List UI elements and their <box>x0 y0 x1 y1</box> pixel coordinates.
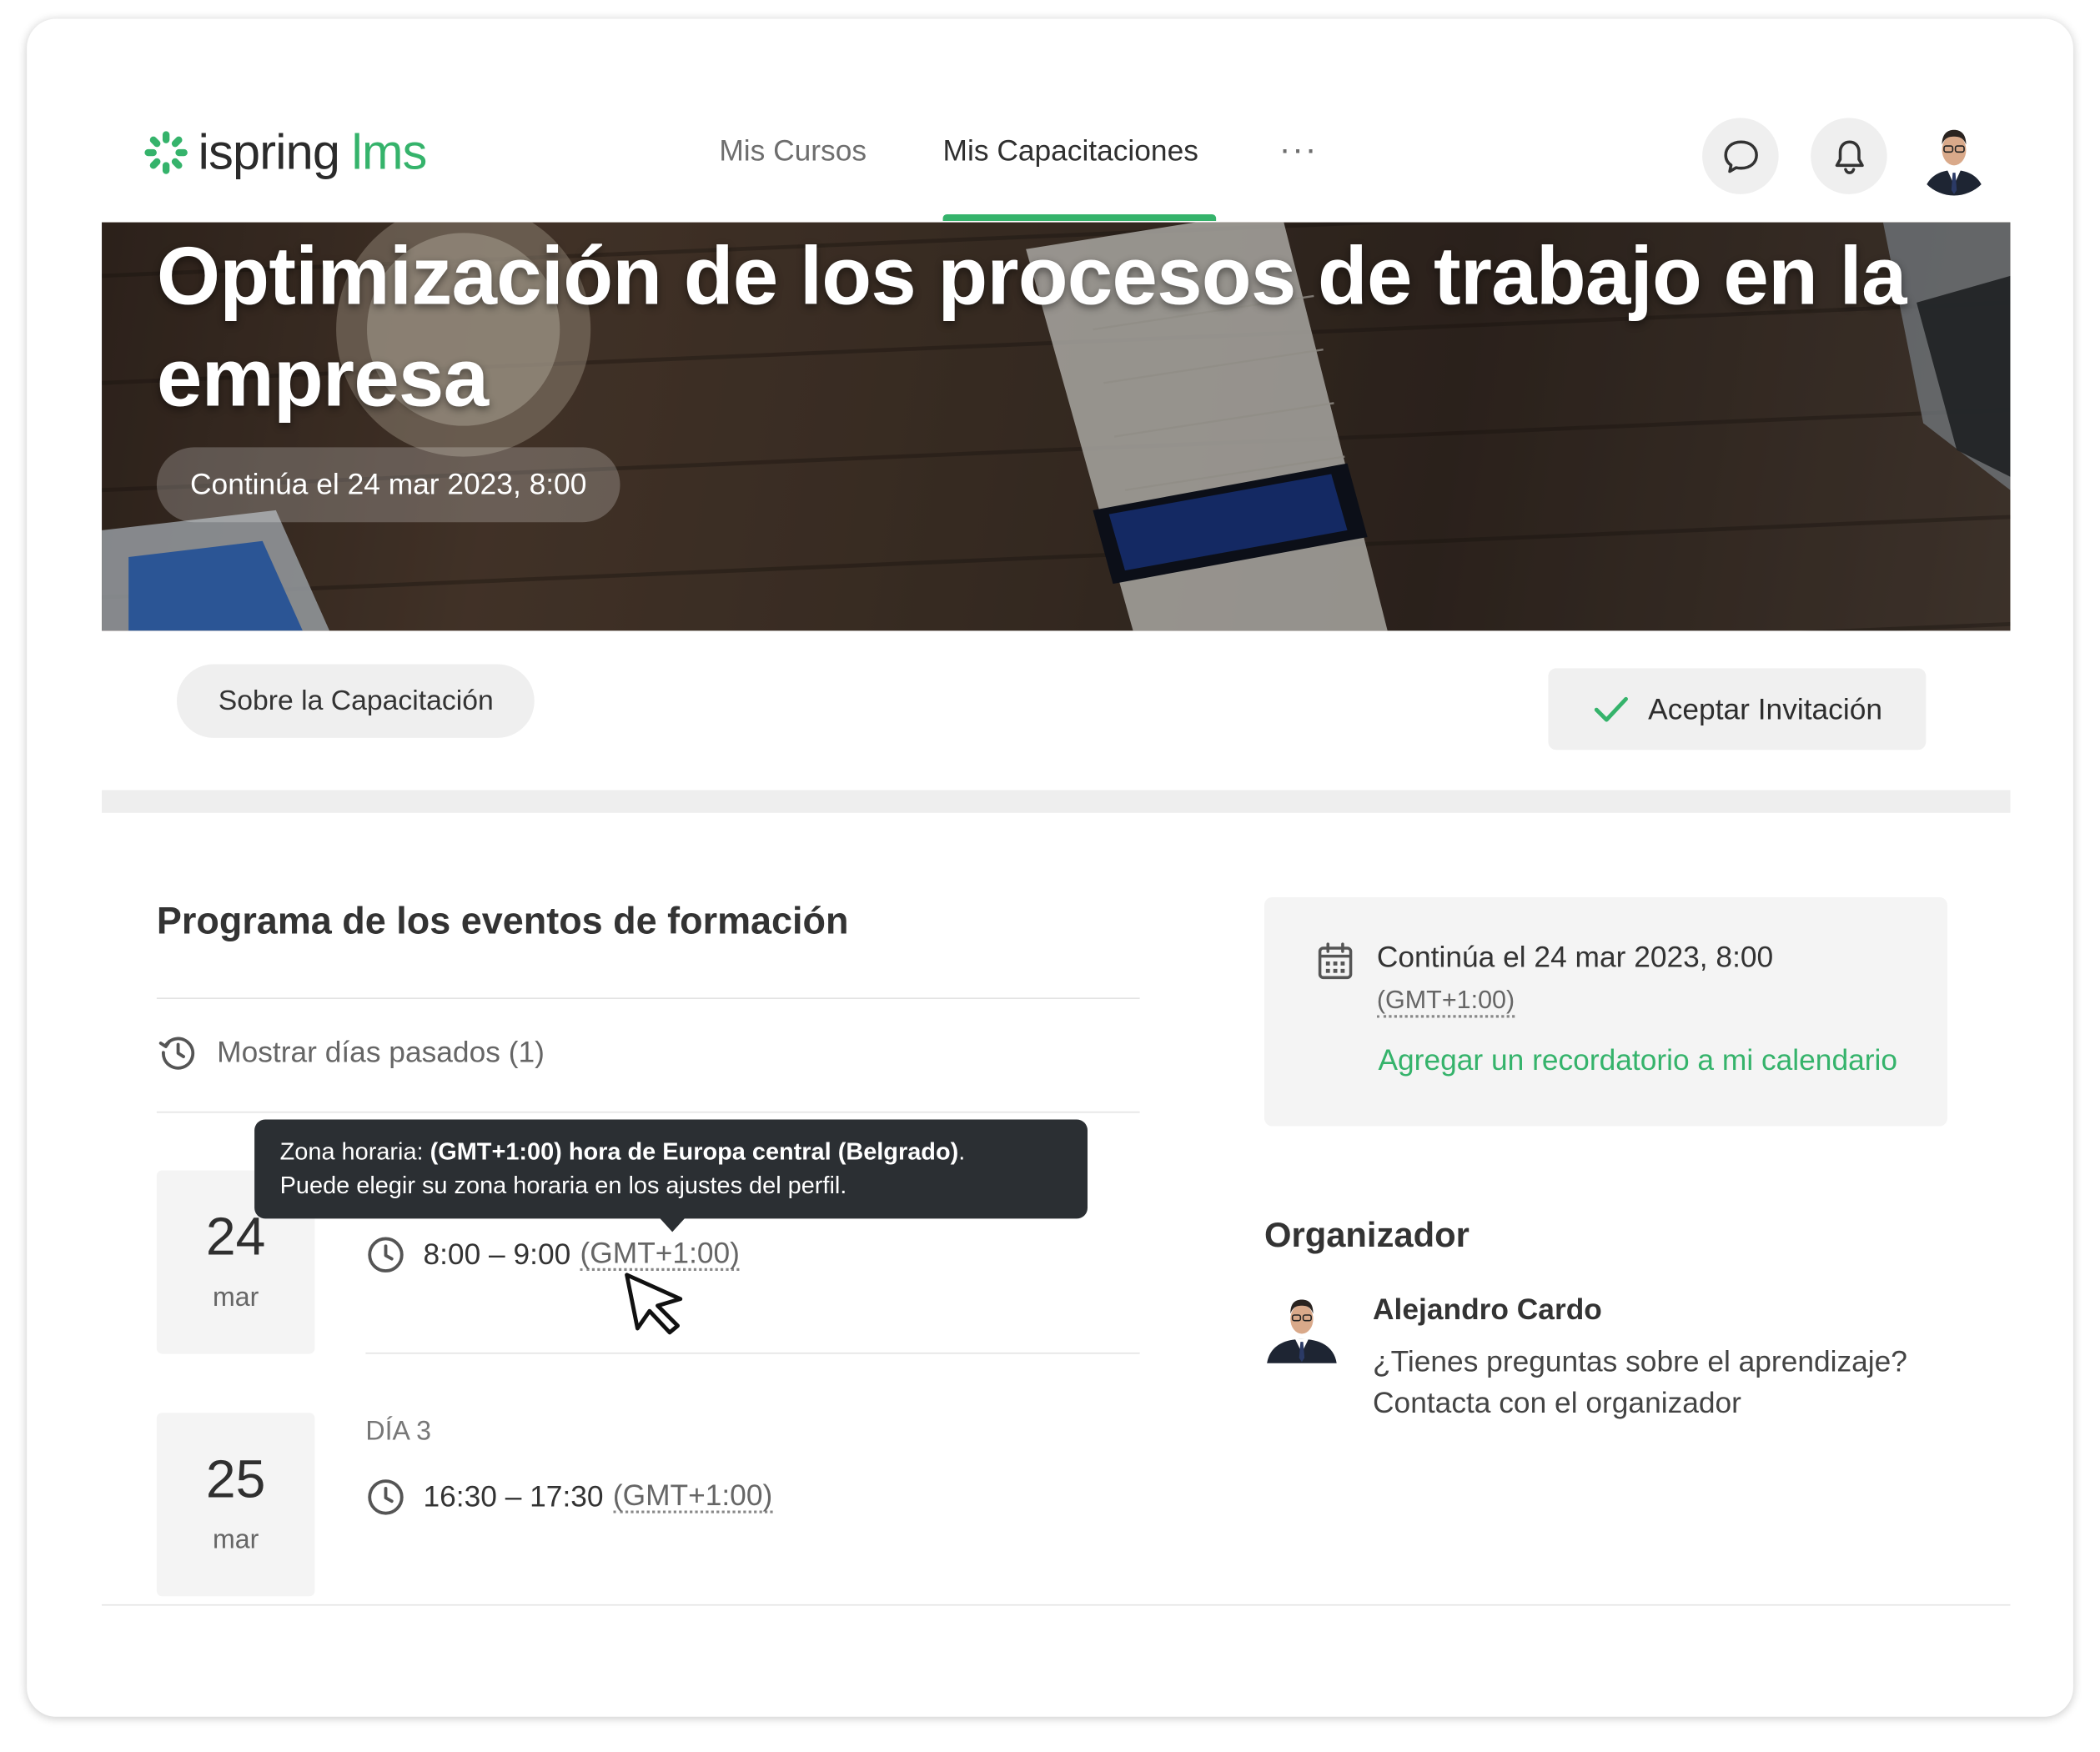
organizer-contact: ¿Tienes preguntas sobre el aprendizaje? … <box>1373 1341 1907 1424</box>
nav-tab-mis-capacitaciones[interactable]: Mis Capacitaciones <box>943 134 1198 169</box>
info-timezone[interactable]: (GMT+1:00) <box>1376 987 1515 1018</box>
event-month: mar <box>212 1283 259 1313</box>
divider <box>365 1352 1140 1354</box>
ispring-logo-icon <box>144 131 188 174</box>
show-past-days-button[interactable]: Mostrar días pasados (1) <box>157 1032 545 1074</box>
chat-button[interactable] <box>1702 118 1779 194</box>
organizer-question: ¿Tienes preguntas sobre el aprendizaje? <box>1373 1344 1907 1378</box>
organizer-avatar <box>1264 1288 1339 1367</box>
checkmark-icon <box>1594 696 1628 721</box>
info-continues-text: Continúa el 24 mar 2023, 8:00 <box>1376 940 1774 974</box>
organizer-title: Organizador <box>1264 1214 1469 1255</box>
section-divider <box>102 790 2011 813</box>
mouse-cursor-icon <box>625 1273 683 1335</box>
divider <box>156 1111 1140 1113</box>
hero-banner: Optimización de los procesos de trabajo … <box>102 222 2011 631</box>
organizer-name: Alejandro Cardo <box>1373 1292 1602 1326</box>
show-past-days-label: Mostrar días pasados (1) <box>217 1035 545 1069</box>
clock-icon <box>368 1479 404 1515</box>
tooltip-arrow <box>659 1217 686 1232</box>
timezone-tooltip: Zona horaria: (GMT+1:00) hora de Europa … <box>254 1119 1088 1219</box>
continues-badge: Continúa el 24 mar 2023, 8:00 <box>156 447 620 523</box>
contact-organizer-link[interactable]: Contacta con el organizador <box>1373 1382 1907 1423</box>
accept-invitation-button[interactable]: Aceptar Invitación <box>1548 668 1927 750</box>
active-tab-indicator <box>942 213 1217 221</box>
event-timezone[interactable]: (GMT+1:00) <box>580 1238 740 1271</box>
logo-wordmark: ispring lms <box>198 124 428 180</box>
event-timezone[interactable]: (GMT+1:00) <box>612 1480 773 1514</box>
schedule-title: Programa de los eventos de formación <box>156 900 849 941</box>
divider <box>156 997 1140 1000</box>
event-day-label: DÍA 3 <box>365 1417 431 1447</box>
event-time: 16:30 – 17:30 <box>423 1479 604 1514</box>
divider <box>102 1604 2011 1606</box>
event-month: mar <box>212 1525 259 1555</box>
ispring-logo[interactable]: ispring lms <box>142 121 428 185</box>
schedule-info-card <box>1264 896 1947 1127</box>
nav-tab-mis-cursos[interactable]: Mis Cursos <box>719 134 867 169</box>
accept-invitation-label: Aceptar Invitación <box>1648 691 1882 725</box>
calendar-icon <box>1318 942 1353 980</box>
history-icon <box>158 1037 195 1070</box>
add-calendar-reminder-link[interactable]: Agregar un recordatorio a mi calendario <box>1378 1043 1897 1078</box>
notifications-button[interactable] <box>1811 118 1887 194</box>
about-training-button[interactable]: Sobre la Capacitación <box>176 664 535 738</box>
user-avatar[interactable] <box>1915 118 1993 196</box>
event-day-number: 25 <box>205 1450 266 1509</box>
bell-icon <box>1834 139 1863 174</box>
user-avatar-icon <box>1915 118 1993 196</box>
event-time: 8:00 – 9:00 <box>423 1237 571 1271</box>
event-time-row: 16:30 – 17:30 (GMT+1:00) <box>365 1477 773 1517</box>
tooltip-line-1: Zona horaria: (GMT+1:00) hora de Europa … <box>279 1138 966 1166</box>
tooltip-line-2: Puede elegir su zona horaria en los ajus… <box>279 1172 847 1199</box>
event-date-box: 25 mar <box>156 1413 315 1597</box>
chat-icon <box>1723 139 1758 173</box>
clock-icon <box>368 1237 404 1273</box>
training-page-card: ispring lms Mis Cursos Mis Capacitaciones… <box>27 18 2073 1717</box>
nav-more-button[interactable]: ··· <box>1279 128 1319 170</box>
training-title: Optimización de los procesos de trabajo … <box>156 230 1907 424</box>
